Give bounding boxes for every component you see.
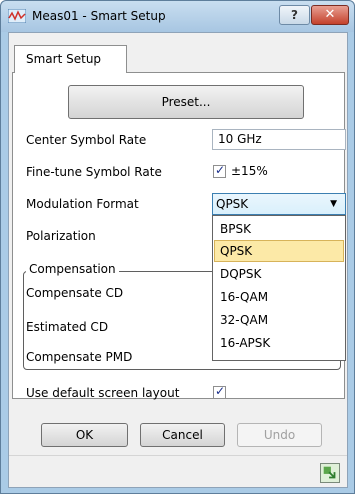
polarization-label: Polarization bbox=[26, 229, 96, 243]
tab-smart-setup[interactable]: Smart Setup bbox=[14, 45, 127, 73]
fine-tune-checkbox[interactable]: ✓ bbox=[213, 163, 226, 178]
chevron-down-icon: ▼ bbox=[330, 199, 337, 209]
cancel-button[interactable]: Cancel bbox=[140, 423, 225, 447]
default-layout-checkbox[interactable]: ✓ bbox=[213, 384, 226, 399]
preset-button[interactable]: Preset... bbox=[68, 85, 304, 119]
checkmark-icon: ✓ bbox=[215, 163, 226, 177]
layout-apply-icon[interactable] bbox=[320, 463, 340, 483]
app-waveform-icon bbox=[8, 9, 26, 23]
dropdown-option-32qam[interactable]: 32-QAM bbox=[214, 309, 344, 331]
window-title: Meas01 - Smart Setup bbox=[32, 9, 166, 23]
ok-button[interactable]: OK bbox=[41, 423, 128, 447]
title-bar[interactable]: Meas01 - Smart Setup ? ✕ bbox=[1, 1, 354, 32]
modulation-format-dropdown: BPSK QPSK DQPSK 16-QAM 32-QAM 16-APSK bbox=[212, 215, 346, 361]
center-symbol-rate-label: Center Symbol Rate bbox=[26, 133, 147, 147]
compensate-pmd-label: Compensate PMD bbox=[26, 350, 133, 364]
fine-tune-label: Fine-tune Symbol Rate bbox=[26, 165, 162, 179]
estimated-cd-label: Estimated CD bbox=[26, 320, 109, 334]
default-layout-label: Use default screen layout bbox=[26, 386, 180, 400]
modulation-format-label: Modulation Format bbox=[26, 197, 139, 211]
dropdown-option-16apsk[interactable]: 16-APSK bbox=[214, 332, 344, 354]
modulation-format-select[interactable]: QPSK ▼ bbox=[212, 193, 346, 215]
modulation-format-value: QPSK bbox=[216, 197, 249, 211]
smart-setup-window: Meas01 - Smart Setup ? ✕ Smart Setup Pre… bbox=[0, 0, 355, 494]
dropdown-option-bpsk[interactable]: BPSK bbox=[214, 218, 344, 240]
checkmark-icon: ✓ bbox=[215, 384, 226, 398]
compensation-group-title: Compensation bbox=[26, 262, 119, 276]
undo-button[interactable]: Undo bbox=[237, 423, 322, 447]
dropdown-option-dqpsk[interactable]: DQPSK bbox=[214, 263, 344, 285]
compensate-cd-label: Compensate CD bbox=[26, 286, 124, 300]
close-button[interactable]: ✕ bbox=[311, 5, 349, 25]
fine-tune-range-text: ±15% bbox=[231, 164, 268, 178]
dialog-client-area: Smart Setup Preset... Center Symbol Rate… bbox=[8, 32, 348, 488]
bottom-separator bbox=[9, 455, 347, 456]
center-symbol-rate-input[interactable]: 10 GHz bbox=[212, 129, 346, 150]
help-button[interactable]: ? bbox=[279, 5, 310, 25]
dropdown-option-16qam[interactable]: 16-QAM bbox=[214, 286, 344, 308]
dropdown-option-qpsk[interactable]: QPSK bbox=[214, 240, 344, 262]
